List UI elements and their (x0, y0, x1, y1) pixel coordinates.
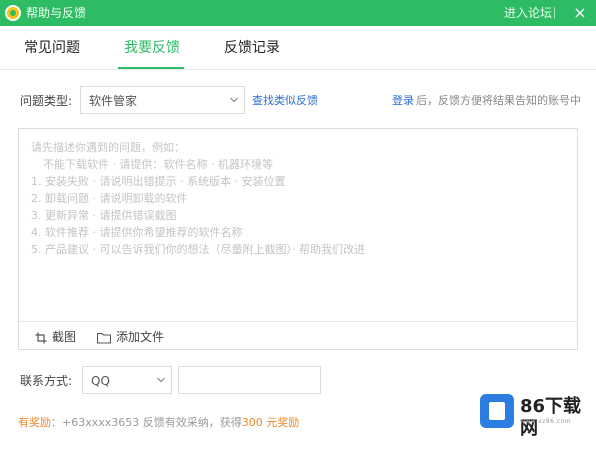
attachment-toolbar: 截图 添加文件 (19, 321, 577, 350)
watermark-url: www.xz86.com (520, 418, 572, 425)
feedback-textarea[interactable]: 请先描述你遇到的问题，例如： 不能下载软件 · 请提供：软件名称 · 机器环境等… (18, 128, 578, 350)
attach-file-label: 添加文件 (116, 330, 165, 344)
reward-highlight: 有奖励 (18, 416, 51, 429)
screenshot-button[interactable]: 截图 (35, 329, 76, 345)
placeholder-line: 不能下载软件 · 请提供：软件名称 · 机器环境等 (43, 158, 273, 171)
placeholder-line: 请先描述你遇到的问题，例如： (31, 141, 185, 154)
crop-icon (35, 332, 47, 343)
close-button[interactable]: × (570, 3, 590, 23)
tab-feedback-history[interactable]: 反馈记录 (224, 38, 280, 58)
contact-input[interactable] (178, 366, 321, 394)
reward-notice: 有奖励：+63xxxx3653 反馈有效采纳，获得300 元奖励 (18, 416, 299, 430)
title-divider (554, 7, 555, 19)
window-title: 帮助与反馈 (26, 6, 87, 20)
reward-text: ：+63xxxx3653 反馈有效采纳，获得 (51, 416, 242, 429)
placeholder-line: 4. 软件推荐 · 请提供你希望推荐的软件名称 (31, 226, 243, 239)
forum-link[interactable]: 进入论坛 (504, 5, 552, 21)
contact-label: 联系方式: (20, 374, 73, 388)
site-watermark: 86下载网 www.xz86.com (480, 394, 590, 439)
login-link[interactable]: 登录 (392, 93, 414, 109)
reward-amount: 300 元奖励 (241, 416, 300, 429)
login-hint-text: 后，反馈方便将结果告知的账号中 (416, 94, 581, 107)
problem-type-value: 软件管家 (89, 94, 138, 108)
watermark-logo-icon (480, 394, 514, 428)
problem-type-label: 问题类型: (20, 94, 73, 108)
contact-type-value: QQ (91, 374, 110, 388)
find-similar-link[interactable]: 查找类似反馈 (252, 93, 318, 109)
app-logo-icon (5, 5, 21, 21)
folder-icon (97, 332, 111, 344)
attach-file-button[interactable]: 添加文件 (97, 329, 164, 345)
placeholder-line: 2. 卸载问题 · 请说明卸载的软件 (31, 192, 188, 205)
tab-faq[interactable]: 常见问题 (24, 38, 80, 58)
tab-feedback[interactable]: 我要反馈 (124, 38, 180, 58)
screenshot-label: 截图 (52, 330, 77, 344)
placeholder-line: 1. 安装失败 · 请说明出错提示 · 系统版本 · 安装位置 (31, 175, 286, 188)
title-bar: 帮助与反馈 进入论坛 × (0, 0, 596, 26)
chevron-down-icon (230, 97, 238, 103)
active-tab-indicator (118, 67, 184, 69)
tab-bar: 常见问题 我要反馈 反馈记录 (0, 26, 596, 70)
placeholder-line: 5. 产品建议 · 可以告诉我们你的想法（尽量附上截图）· 帮助我们改进 (31, 243, 365, 256)
contact-type-select[interactable]: QQ (82, 366, 172, 394)
problem-type-select[interactable]: 软件管家 (80, 86, 245, 114)
chevron-down-icon (157, 377, 165, 383)
placeholder-line: 3. 更新异常 · 请提供错误截图 (31, 209, 177, 222)
